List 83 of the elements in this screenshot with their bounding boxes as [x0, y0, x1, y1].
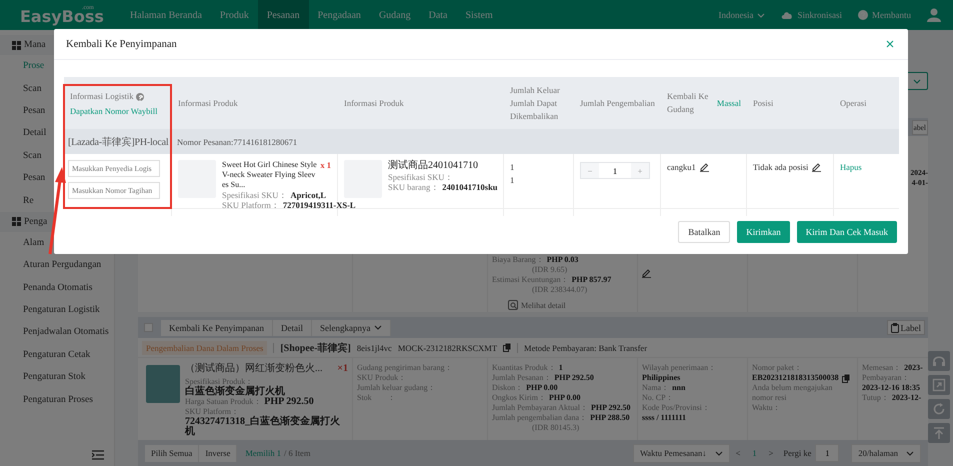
field-label: Spesifikasi Produk： — [185, 377, 254, 386]
field-note: (IDR 80145.3) — [532, 423, 580, 433]
selection-count: Memilih 1 — [245, 448, 281, 458]
position-text: Tidak ada posisi — [753, 162, 808, 172]
field-value: PHP 0.03 — [546, 255, 578, 265]
goto-label: Pergi ke — [783, 448, 812, 458]
product-title: 测试商品2401041710 — [388, 160, 479, 172]
field-label: Jumlah pengembalian dana： — [492, 413, 588, 423]
field-label: Kode Pos/Provinsi： — [642, 403, 710, 413]
field-value: PHP 292.50 — [264, 397, 314, 407]
field-label: No. CP： — [642, 393, 674, 403]
field-value: PHP 0.00 — [549, 393, 581, 403]
field-label: Gudang pengiriman barang： — [357, 363, 453, 373]
field-value: 2023- — [904, 363, 923, 373]
field-label: Stok ： — [357, 393, 396, 403]
quantity-text: x 1 — [320, 160, 331, 170]
column-header: Informasi Produk — [178, 96, 239, 110]
field-value: PHP 292.50 — [590, 403, 631, 413]
field-label: Wilayah penerimaan： — [642, 363, 716, 373]
status-tag: Pengembalian Dana Dalam Proses — [142, 340, 268, 354]
order-number: MOCK-2312182RKSCXMT — [398, 342, 498, 352]
buyer-id: 8eis1jl4vc — [356, 342, 392, 352]
field-value: 727019419311-XS-L — [282, 200, 356, 210]
column-header: Operasi — [840, 96, 868, 110]
field-label: Harga Satuan Produk： — [185, 397, 262, 407]
field-value: 2023-12- — [892, 393, 922, 403]
column-header: Kembali Ke Gudang — [667, 90, 710, 116]
field-label: Tutup： — [862, 393, 889, 403]
field-label: Jumlah keluar gudang： — [357, 383, 436, 393]
logo: EasyBoss — [20, 9, 104, 25]
product-title: （测试商品）网红渐变粉色火... — [185, 363, 322, 375]
order-number: Nomor Pesanan:771416181280671 — [177, 136, 298, 146]
column-header: Jumlah Keluar — [510, 84, 561, 96]
column-header: Informasi Produk — [344, 96, 405, 110]
field-label: SKU Produk： — [357, 373, 406, 383]
field-value: 1 — [558, 363, 563, 373]
field-label: Ongkos Kirim： — [492, 393, 546, 403]
shop-name: [Shopee-菲律宾] — [280, 341, 351, 354]
field-value: PHP 292.50 — [554, 373, 594, 383]
column-header: Jumlah Dapat Dikembalikan — [510, 96, 560, 122]
field-label: Jumlah Pesanan： — [492, 373, 552, 383]
payment-method: Metode Pembayaran: Bank Transfer — [524, 342, 648, 352]
field-value: ssss / 1111111 — [642, 413, 686, 423]
quantity-value: 1 — [510, 175, 516, 185]
field-label: SKU Platform： — [185, 407, 239, 417]
field-label: Pembayaran： — [862, 373, 910, 383]
field-label: Nama： — [642, 383, 670, 393]
field-value: 2401041710sku — [442, 182, 498, 192]
field-value: Philippines — [642, 373, 680, 383]
field-value: PHP 0.00 — [526, 383, 558, 393]
field-label: Spesifikasi SKU： — [222, 190, 288, 200]
field-value: 白蓝色渐变金属打火机 — [185, 387, 285, 397]
product-title: Sweet Hot Girl Chinese Style V-neck Sweater Flying Sleeves Su... — [222, 160, 318, 190]
field-note: (IDR 9.65) — [532, 265, 568, 275]
column-header: Posisi — [753, 96, 774, 110]
field-value: PHP 857.97 — [572, 275, 612, 285]
field-note: (IDR 238344.07) — [532, 285, 588, 295]
field-value: 724327471318_白蓝色渐变金属打火机 — [185, 417, 341, 437]
column-header: Informasi Logistik — [70, 90, 134, 103]
field-label: Nomor paket： — [752, 363, 803, 373]
field-label: Memesan： — [862, 363, 902, 373]
field-label: SKU Platform： — [222, 200, 280, 210]
field-label: Kuantitas Produk： — [492, 363, 556, 373]
quantity-value: 1 — [510, 162, 516, 172]
field-label: Spesifikasi SKU： — [388, 172, 454, 182]
field-value: nnn — [672, 383, 686, 393]
field-value: Apricot,L — [290, 190, 326, 200]
field-label: Anda belum mengajukan nomor resi — [752, 383, 834, 403]
field-label: Diskon： — [492, 383, 524, 393]
field-label: Jumlah Pembayaran Aktual： — [492, 403, 588, 413]
shop-name: [Lazada-菲律宾]PH-local — [67, 136, 170, 148]
quantity-text: ×1 — [337, 363, 348, 375]
field-value: 2023-12-16 18:35 — [862, 383, 920, 393]
warehouse-name: cangku1 — [667, 162, 696, 172]
field-label: Biaya Barang： — [492, 255, 544, 265]
column-header: Jumlah Pengembalian — [580, 96, 655, 110]
item-total: / 6 Item — [284, 448, 310, 458]
field-label: Waktu： — [752, 403, 782, 413]
field-label: SKU barang： — [388, 182, 440, 192]
field-value: PHP 288.50 — [590, 413, 630, 423]
dialog-title: Kembali Ke Penyimpanan — [66, 38, 177, 50]
package-number: EB2023121818313500038 — [752, 373, 839, 383]
field-label: Estimasi Keuntungan： — [492, 275, 569, 285]
